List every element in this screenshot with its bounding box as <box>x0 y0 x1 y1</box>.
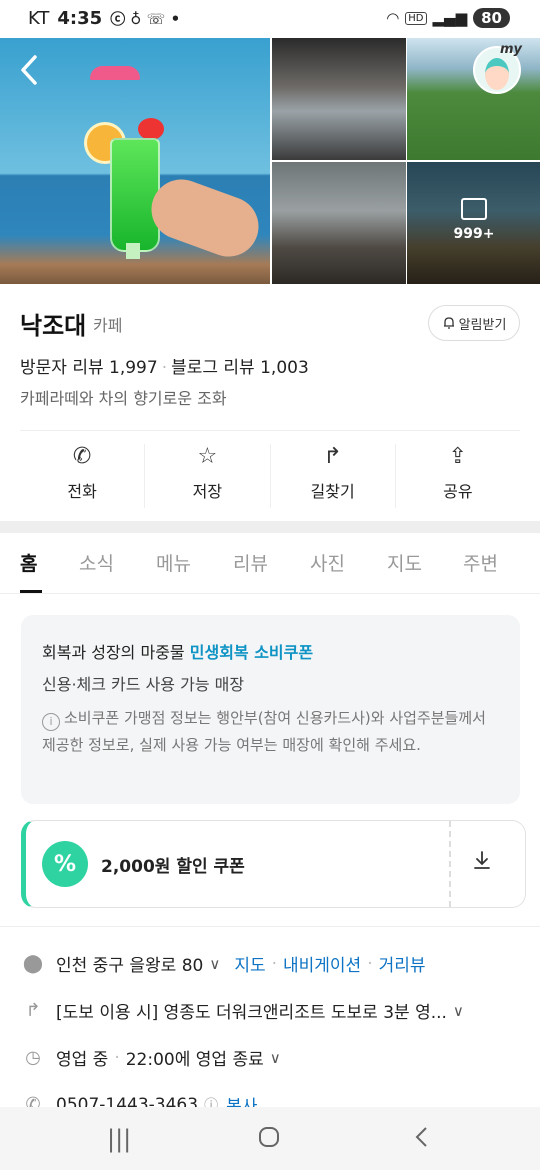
coupon-notice: 회복과 성장의 마중물 민생회복 소비쿠폰 신용·체크 카드 사용 가능 매장 … <box>21 615 520 804</box>
tab-bar: 홈 소식 메뉴 리뷰 사진 지도 주변 <box>0 533 540 594</box>
save-button[interactable]: ☆ 저장 <box>145 444 271 508</box>
chevron-down-icon[interactable]: ∨ <box>270 1049 281 1067</box>
review-counts: 방문자 리뷰 1,997 · 블로그 리뷰 1,003 <box>20 353 309 378</box>
tab-nearby[interactable]: 주변 <box>463 549 498 576</box>
cherry <box>138 118 164 140</box>
separator-dot: · <box>114 1047 120 1068</box>
signal-icon: ▂▄▆ <box>432 9 468 27</box>
notice-heading-prefix: 회복과 성장의 마중물 <box>42 643 190 662</box>
place-name: 낙조대 <box>20 312 87 340</box>
wifi-icon: ◠ <box>386 9 400 27</box>
star-icon: ☆ <box>197 444 218 469</box>
system-navigation-bar: ||| <box>0 1107 540 1170</box>
chevron-left-icon <box>21 55 37 85</box>
notify-button[interactable]: 알림받기 <box>428 305 520 341</box>
visitor-reviews-link[interactable]: 방문자 리뷰 1,997 <box>20 358 158 378</box>
separator-dot: · <box>271 953 277 974</box>
notice-heading: 회복과 성장의 마중물 민생회복 소비쿠폰 <box>42 639 313 663</box>
tab-home[interactable]: 홈 <box>20 549 37 576</box>
hd-icon: HD <box>405 11 427 25</box>
active-tab-indicator <box>20 590 42 593</box>
home-circle-icon <box>259 1127 279 1147</box>
coupon-title: 2,000원 할인 쿠폰 <box>101 857 245 877</box>
back-button[interactable] <box>18 54 40 92</box>
hours-row[interactable]: ◷ 영업 중 · 22:00에 영업 종료 ∨ <box>22 1045 281 1070</box>
back-nav-button[interactable] <box>412 1125 430 1155</box>
directions-button[interactable]: ↱ 길찾기 <box>271 444 396 508</box>
tab-menu[interactable]: 메뉴 <box>156 549 191 576</box>
share-button[interactable]: ⇪ 공유 <box>396 444 520 508</box>
tab-map[interactable]: 지도 <box>387 549 422 576</box>
map-link[interactable]: 지도 <box>234 951 265 976</box>
download-icon <box>474 851 490 869</box>
hours-status: 영업 중 <box>56 1050 109 1070</box>
divider <box>20 430 520 431</box>
cocktail-umbrella <box>90 66 140 80</box>
download-button[interactable] <box>471 849 493 877</box>
notice-note-text: 소비쿠폰 가맹점 정보는 행안부(참여 신용카드사)와 사업주분들께서 제공한 … <box>42 709 486 754</box>
my-badge: my <box>500 42 523 57</box>
share-icon: ⇪ <box>448 444 468 469</box>
percent-badge-icon: % <box>42 841 88 887</box>
home-button[interactable] <box>257 1125 281 1155</box>
separator-dot: · <box>161 358 168 378</box>
directions-label: 길찾기 <box>310 482 355 501</box>
carrier-label: KT <box>28 8 50 29</box>
tab-reviews[interactable]: 리뷰 <box>233 549 268 576</box>
clock: 4:35 <box>57 8 103 29</box>
call-label: 전화 <box>67 482 97 501</box>
divider <box>0 926 540 927</box>
chevron-down-icon[interactable]: ∨ <box>453 1002 464 1020</box>
directions-row[interactable]: ↱ [도보 이용 시] 영종도 더워크앤리조트 도보로 3분 영... ∨ <box>22 998 464 1023</box>
location-pin-icon: ⬤ <box>22 953 44 974</box>
share-label: 공유 <box>443 482 473 501</box>
clock-icon: ◷ <box>25 1047 41 1068</box>
main-photo[interactable] <box>0 38 270 284</box>
coupon-divider <box>449 821 451 907</box>
place-category: 카페 <box>93 316 123 335</box>
separator-dot: · <box>367 953 373 974</box>
bell-icon <box>443 317 454 329</box>
navigation-link[interactable]: 내비게이션 <box>283 951 361 976</box>
phone-icon: ✆ <box>72 444 92 469</box>
action-bar: ✆ 전화 ☆ 저장 ↱ 길찾기 ⇪ 공유 <box>20 444 520 508</box>
hours-detail: 22:00에 영업 종료 <box>125 1050 264 1070</box>
avatar-face <box>485 58 509 90</box>
glass-stem <box>126 243 140 259</box>
directions-icon: ↱ <box>323 444 342 469</box>
street-view-link[interactable]: 거리뷰 <box>379 951 426 976</box>
image-icon <box>461 198 487 220</box>
place-description: 카페라떼와 차의 향기로운 조화 <box>20 389 227 408</box>
call-button[interactable]: ✆ 전화 <box>20 444 146 508</box>
cocktail-glass <box>110 138 160 252</box>
address-text: 인천 중구 을왕로 80 <box>56 956 204 976</box>
section-divider <box>0 521 540 533</box>
save-label: 저장 <box>192 482 223 501</box>
recent-apps-button[interactable]: ||| <box>107 1125 131 1153</box>
more-photos-count: 999+ <box>453 226 495 242</box>
hand <box>143 170 267 266</box>
address-row: ⬤ 인천 중구 을왕로 80 ∨ 지도 · 내비게이션 · 거리뷰 <box>22 951 426 976</box>
photo-thumb-more[interactable]: 999+ <box>407 162 540 284</box>
discount-coupon-card[interactable]: % 2,000원 할인 쿠폰 <box>21 820 526 908</box>
notice-subtitle: 신용·체크 카드 사용 가능 매장 <box>42 675 245 694</box>
notification-icons: ⓒ ♁ ☏ • <box>110 10 181 28</box>
photo-gallery: 999+ my <box>0 38 540 284</box>
photo-thumb-window[interactable] <box>272 38 406 160</box>
status-bar: KT 4:35 ⓒ ♁ ☏ • ◠ HD ▂▄▆ 80 <box>0 0 540 38</box>
chevron-down-icon[interactable]: ∨ <box>209 955 220 973</box>
tab-news[interactable]: 소식 <box>79 549 114 576</box>
route-icon: ↱ <box>25 1000 41 1021</box>
tab-photos[interactable]: 사진 <box>310 549 345 576</box>
directions-text: [도보 이용 시] 영종도 더워크앤리조트 도보로 3분 영... <box>56 1003 447 1023</box>
photo-thumb-terrace[interactable] <box>272 162 406 284</box>
notice-heading-highlight: 민생회복 소비쿠폰 <box>189 643 314 662</box>
notice-note: i 소비쿠폰 가맹점 정보는 행안부(참여 신용카드사)와 사업주분들께서 제공한… <box>42 705 502 759</box>
notify-label: 알림받기 <box>458 317 507 333</box>
more-photos: 999+ <box>407 198 540 242</box>
battery-indicator: 80 <box>473 8 510 28</box>
blog-reviews-link[interactable]: 블로그 리뷰 1,003 <box>171 358 309 378</box>
info-icon: i <box>42 713 60 731</box>
chevron-left-icon <box>415 1127 427 1147</box>
